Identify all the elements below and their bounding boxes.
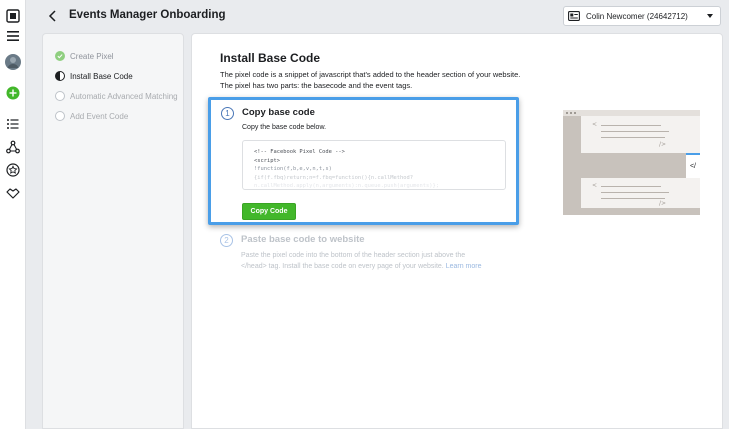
code-line: !function(f,b,e,v,n,t,s) <box>254 166 332 172</box>
star-icon[interactable] <box>5 162 21 178</box>
account-icon <box>568 11 580 21</box>
step-automatic-advanced-matching[interactable]: Automatic Advanced Matching <box>55 91 178 101</box>
description-line: </head> tag. Install the base code on ev… <box>241 263 444 270</box>
code-badge: </ <box>686 153 700 178</box>
step-label: Automatic Advanced Matching <box>70 91 178 101</box>
add-icon[interactable] <box>5 85 21 101</box>
tag-glyph: < <box>592 121 598 128</box>
tag-glyph: /> <box>659 141 667 148</box>
step-number-badge: 1 <box>221 107 234 120</box>
left-rail <box>0 0 26 429</box>
step-install-base-code[interactable]: Install Base Code <box>55 71 133 81</box>
empty-circle-icon <box>55 111 65 121</box>
learn-more-link[interactable]: Learn more <box>446 263 482 270</box>
onboarding-steps: Create Pixel Install Base Code Automatic… <box>42 33 184 429</box>
step-label: Install Base Code <box>70 71 133 81</box>
step-add-event-code[interactable]: Add Event Code <box>55 111 128 121</box>
tag-glyph: < <box>592 182 598 189</box>
account-name: Colin Newcomer (24642712) <box>586 11 688 21</box>
back-arrow-icon[interactable] <box>46 8 60 24</box>
half-circle-icon <box>55 71 65 81</box>
code-line: n.callMethod.apply(n,arguments):n.queue.… <box>254 183 439 189</box>
step-label: Create Pixel <box>70 51 114 61</box>
menu-icon[interactable] <box>5 28 21 44</box>
step-title: Paste base code to website <box>241 234 365 245</box>
main-panel: Install Base Code The pixel code is a sn… <box>191 33 723 429</box>
website-header-illustration: < /> </ < /> <box>563 110 700 215</box>
code-line: {if(f.fbq)return;n=f.fbq=function(){n.ca… <box>254 174 414 181</box>
avatar[interactable] <box>5 54 21 70</box>
step-number-badge: 2 <box>220 234 233 247</box>
card-title: Copy base code <box>242 107 315 118</box>
page-title: Events Manager Onboarding <box>69 9 226 21</box>
grid-icon[interactable] <box>5 8 21 24</box>
step-create-pixel[interactable]: Create Pixel <box>55 51 114 61</box>
account-selector[interactable]: Colin Newcomer (24642712) <box>563 6 721 26</box>
empty-circle-icon <box>55 91 65 101</box>
code-document: < /> <box>581 178 700 208</box>
section-title: Install Base Code <box>220 51 321 65</box>
list-icon[interactable] <box>5 116 21 132</box>
step-description: Paste the pixel code into the bottom of … <box>241 250 511 272</box>
section-description: The pixel code is a snippet of javascrip… <box>220 69 540 91</box>
tag-glyph: /> <box>659 200 667 207</box>
copy-code-button[interactable]: Copy Code <box>242 203 296 220</box>
description-line: The pixel code is a snippet of javascrip… <box>220 70 521 79</box>
base-code-box[interactable]: <!-- Facebook Pixel Code --> <script> !fun… <box>242 140 506 190</box>
description-line: Paste the pixel code into the bottom of … <box>241 252 466 259</box>
check-icon <box>55 51 65 61</box>
step-label: Add Event Code <box>70 111 129 121</box>
network-icon[interactable] <box>5 139 21 155</box>
code-line: <script> <box>254 157 280 164</box>
code-line: <!-- Facebook Pixel Code --> <box>254 149 345 155</box>
code-document: < /> <box>581 116 700 153</box>
copy-base-code-card: 1 Copy base code Copy the base code belo… <box>208 97 519 225</box>
chevron-down-icon <box>707 14 713 18</box>
description-line: The pixel has two parts: the basecode an… <box>220 81 413 90</box>
partner-icon[interactable] <box>5 185 21 201</box>
card-subtitle: Copy the base code below. <box>242 124 327 131</box>
